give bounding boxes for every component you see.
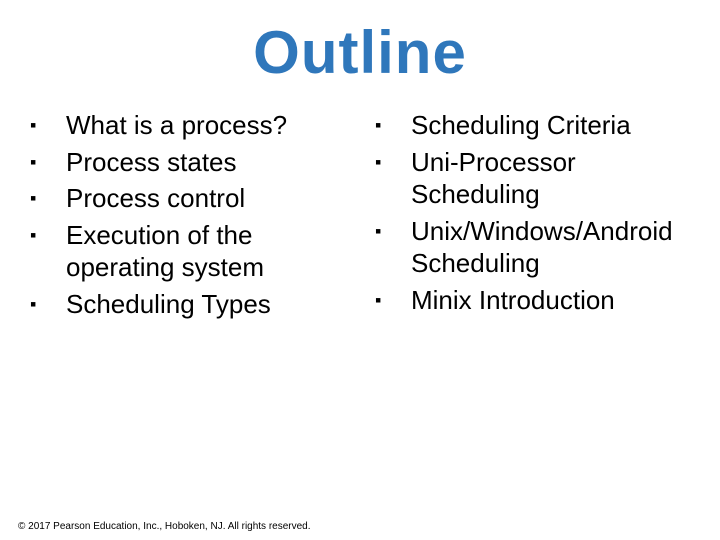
content-columns: ▪ What is a process? ▪ Process states ▪ … (0, 109, 720, 324)
copyright-footer: © 2017 Pearson Education, Inc., Hoboken,… (18, 521, 311, 532)
bullet-icon: ▪ (373, 215, 411, 247)
right-column: ▪ Scheduling Criteria ▪ Uni-Processor Sc… (373, 109, 700, 324)
bullet-icon: ▪ (373, 146, 411, 178)
bullet-icon: ▪ (28, 146, 66, 178)
bullet-icon: ▪ (28, 109, 66, 141)
slide: Outline ▪ What is a process? ▪ Process s… (0, 18, 720, 540)
list-item-label: Process states (66, 146, 355, 179)
list-item: ▪ Scheduling Types (28, 288, 355, 321)
bullet-icon: ▪ (28, 288, 66, 320)
list-item: ▪ Scheduling Criteria (373, 109, 700, 142)
list-item: ▪ Minix Introduction (373, 284, 700, 317)
list-item: ▪ Unix/Windows/Android Scheduling (373, 215, 700, 280)
left-column: ▪ What is a process? ▪ Process states ▪ … (28, 109, 355, 324)
slide-title: Outline (0, 18, 720, 87)
list-item: ▪ Uni-Processor Scheduling (373, 146, 700, 211)
bullet-icon: ▪ (373, 109, 411, 141)
list-item: ▪ Process control (28, 182, 355, 215)
list-item-label: Scheduling Types (66, 288, 355, 321)
list-item-label: Process control (66, 182, 355, 215)
bullet-icon: ▪ (28, 182, 66, 214)
list-item-label: Uni-Processor Scheduling (411, 146, 700, 211)
bullet-icon: ▪ (373, 284, 411, 316)
right-bullet-list: ▪ Scheduling Criteria ▪ Uni-Processor Sc… (373, 109, 700, 316)
list-item: ▪ Execution of the operating system (28, 219, 355, 284)
list-item-label: What is a process? (66, 109, 355, 142)
list-item-label: Scheduling Criteria (411, 109, 700, 142)
list-item: ▪ Process states (28, 146, 355, 179)
list-item-label: Unix/Windows/Android Scheduling (411, 215, 700, 280)
bullet-icon: ▪ (28, 219, 66, 251)
list-item-label: Minix Introduction (411, 284, 700, 317)
left-bullet-list: ▪ What is a process? ▪ Process states ▪ … (28, 109, 355, 320)
list-item-label: Execution of the operating system (66, 219, 355, 284)
list-item: ▪ What is a process? (28, 109, 355, 142)
